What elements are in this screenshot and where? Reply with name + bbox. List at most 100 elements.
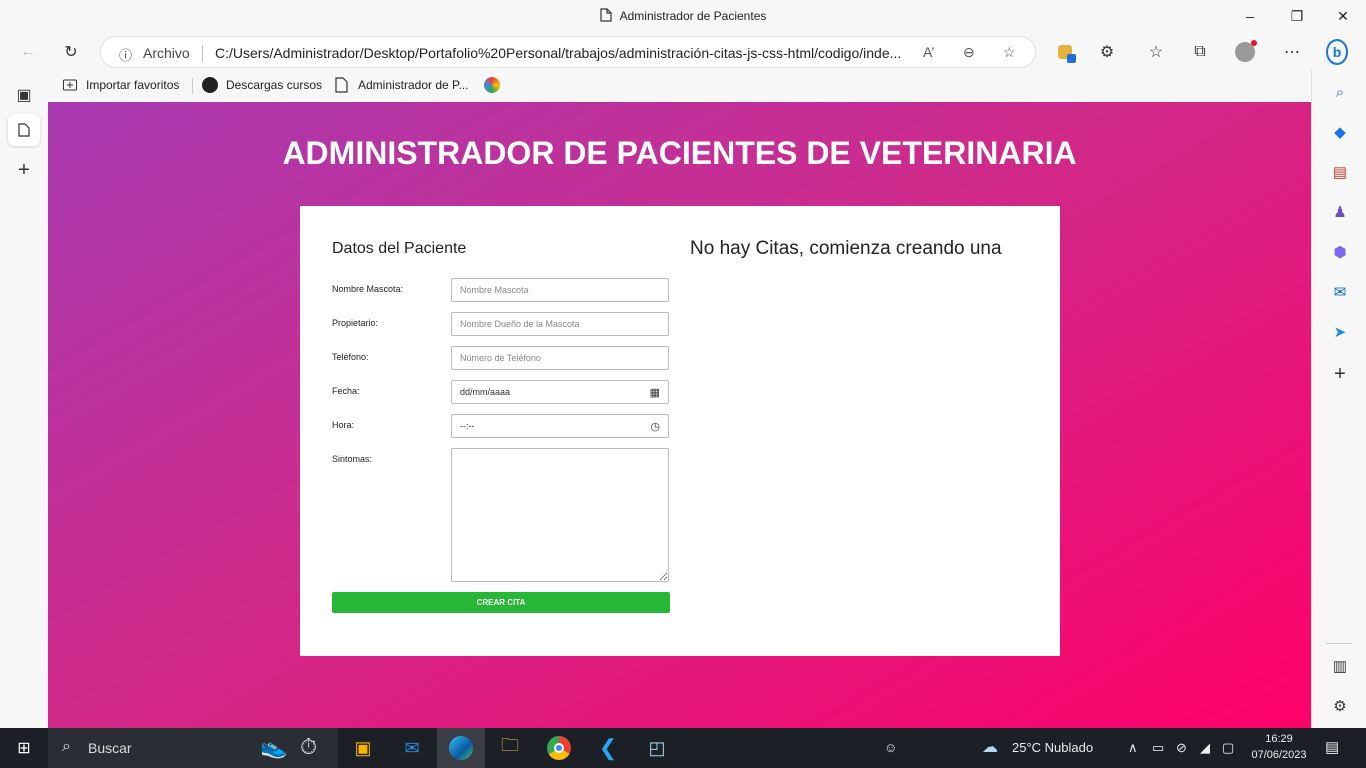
puzzle-extensions-icon[interactable]: ⚙ [1096,41,1118,63]
clock-time: 16:29 [1265,733,1293,745]
import-icon [62,77,78,93]
favorite-label: Administrador de P... [358,78,469,92]
network-off-icon[interactable]: ⊘ [1176,740,1187,756]
restore-button[interactable]: ❐ [1287,6,1307,26]
telefono-label: Teléfono: [332,352,369,362]
window-title: Administrador de Pacientes [0,8,1366,23]
favorite-label: Importar favoritos [86,78,180,92]
people-icon[interactable]: ☺ [884,740,897,755]
clock-icon[interactable]: ◷ [650,420,660,433]
weather-text[interactable]: 25°C Nublado [1012,740,1093,755]
favorite-star-icon[interactable]: ☆ [1003,44,1016,61]
read-aloud-icon[interactable]: A’ [923,44,934,60]
profile-avatar-icon[interactable] [1234,40,1257,63]
favorite-item-administrador[interactable]: Administrador de P... [334,77,469,93]
mascota-label: Nombre Mascota: [332,284,404,294]
favorite-item-descargas[interactable]: Descargas cursos [202,77,322,93]
taskbar-search[interactable]: ⌕ Buscar 👟 ⏱ [48,728,338,768]
edge-icon[interactable] [437,728,485,768]
title-bar: Administrador de Pacientes – ❐ ✕ [0,0,1366,33]
sneaker-icon: 👟 [260,734,288,759]
hide-sidebar-icon[interactable]: ▥ [1330,656,1350,676]
calendar-icon[interactable]: ▦ [650,386,660,399]
favorites-bar: Importar favoritos Descargas cursos Admi… [48,70,1311,102]
notes-app-icon[interactable]: ◰ [643,734,671,762]
fecha-placeholder: dd/mm/aaaa [460,387,511,397]
back-arrow-icon[interactable]: ← [17,41,39,63]
mascota-input[interactable]: Nombre Mascota [451,278,669,302]
vscode-icon[interactable]: ❮ [594,734,622,762]
favorite-item-import[interactable]: Importar favoritos [62,77,179,93]
display-icon[interactable]: ▢ [1222,740,1234,756]
url-text[interactable]: C:/Users/Administrador/Desktop/Portafoli… [215,45,915,61]
favorites-divider [192,78,193,94]
left-sidebar: ▣ + [0,70,48,728]
address-bar[interactable]: ⓘ Archivo C:/Users/Administrador/Desktop… [100,36,1036,68]
extension-icon[interactable] [1054,41,1076,63]
security-label: Archivo [143,45,190,61]
search-icon[interactable]: ⌕ [1330,82,1350,102]
minimize-button[interactable]: – [1240,6,1260,26]
more-menu-icon[interactable]: ⋯ [1281,41,1303,63]
system-clock[interactable]: 16:29 07/06/2023 [1248,731,1310,763]
tab-actions-icon[interactable]: ▣ [12,83,36,107]
outlook-icon[interactable]: ✉ [1330,282,1350,302]
doc-icon [334,77,350,93]
citas-status: No hay Citas, comienza creando una [690,238,1002,259]
stopwatch-icon: ⏱ [300,734,318,759]
right-sidebar: ⌕ ◆ ▤ ♟ ⬢ ✉ ➤ + ▥ ⚙ [1311,70,1366,728]
mail-icon[interactable]: ✉ [398,734,426,762]
navigation-bar: ← ↻ ⓘ Archivo C:/Users/Administrador/Des… [0,33,1366,70]
games-icon[interactable]: ♟ [1330,202,1350,222]
notifications-icon[interactable]: ▤ [1325,738,1339,756]
colorful-app-icon [484,77,500,93]
web-page: ADMINISTRADOR DE PACIENTES DE VETERINARI… [48,102,1311,728]
favorite-item-colorful[interactable] [484,77,500,93]
bing-icon[interactable]: b [1326,39,1348,65]
sintomas-textarea[interactable] [451,448,669,582]
store-icon[interactable]: ▣ [349,734,377,762]
chevron-up-icon[interactable]: ∧ [1128,740,1138,756]
search-label: Buscar [88,740,132,756]
settings-gear-icon[interactable]: ⚙ [1330,696,1350,716]
office-icon[interactable]: ⬢ [1330,242,1350,262]
clock-date: 07/06/2023 [1251,749,1307,761]
fecha-input[interactable]: dd/mm/aaaa ▦ [451,380,669,404]
hora-input[interactable]: --:-- ◷ [451,414,669,438]
send-icon[interactable]: ➤ [1330,322,1350,342]
url-separator [202,45,203,61]
hora-label: Hora: [332,420,355,430]
wifi-icon[interactable]: ◢ [1200,740,1210,756]
new-tab-icon[interactable]: + [12,158,36,182]
battery-icon[interactable]: ▭ [1152,740,1164,756]
propietario-input[interactable]: Nombre Dueño de la Mascota [451,312,669,336]
page-title: ADMINISTRADOR DE PACIENTES DE VETERINARI… [282,135,1077,171]
zoom-icon[interactable]: ⊖ [963,44,975,61]
taskbar: ⊞ ⌕ Buscar 👟 ⏱ ▣ ✉ 🗀 ❮ ◰ ☺ ☁ 25°C Nublad… [0,728,1366,768]
hora-placeholder: --:-- [460,421,475,431]
current-tab-icon[interactable] [8,114,40,146]
shopping-tag-icon[interactable]: ◆ [1330,122,1350,142]
document-icon [600,8,612,22]
crear-cita-button[interactable]: CREAR CITA [332,592,670,613]
favorite-label: Descargas cursos [226,78,323,92]
window-title-text: Administrador de Pacientes [619,9,767,23]
file-explorer-icon[interactable]: 🗀 [496,734,524,762]
windows-start-icon[interactable]: ⊞ [10,734,38,762]
sintomas-label: Sintomas: [332,454,373,464]
propietario-label: Propietario: [332,318,379,328]
favorites-icon[interactable]: ☆ [1145,41,1167,63]
chrome-icon[interactable] [545,734,573,762]
cloud-weather-icon: ☁ [982,739,998,756]
form-title: Datos del Paciente [332,240,467,257]
telefono-input[interactable]: Número de Teléfono [451,346,669,370]
sidebar-divider [1326,643,1352,644]
refresh-icon[interactable]: ↻ [60,41,82,63]
search-icon: ⌕ [62,738,71,755]
info-icon[interactable]: ⓘ [119,45,132,64]
content-card: Datos del Paciente No hay Citas, comienz… [300,206,1060,656]
add-sidebar-icon[interactable]: + [1330,363,1350,385]
collections-icon[interactable]: ⧉ [1189,41,1211,63]
tools-icon[interactable]: ▤ [1330,162,1350,182]
close-button[interactable]: ✕ [1333,6,1353,26]
